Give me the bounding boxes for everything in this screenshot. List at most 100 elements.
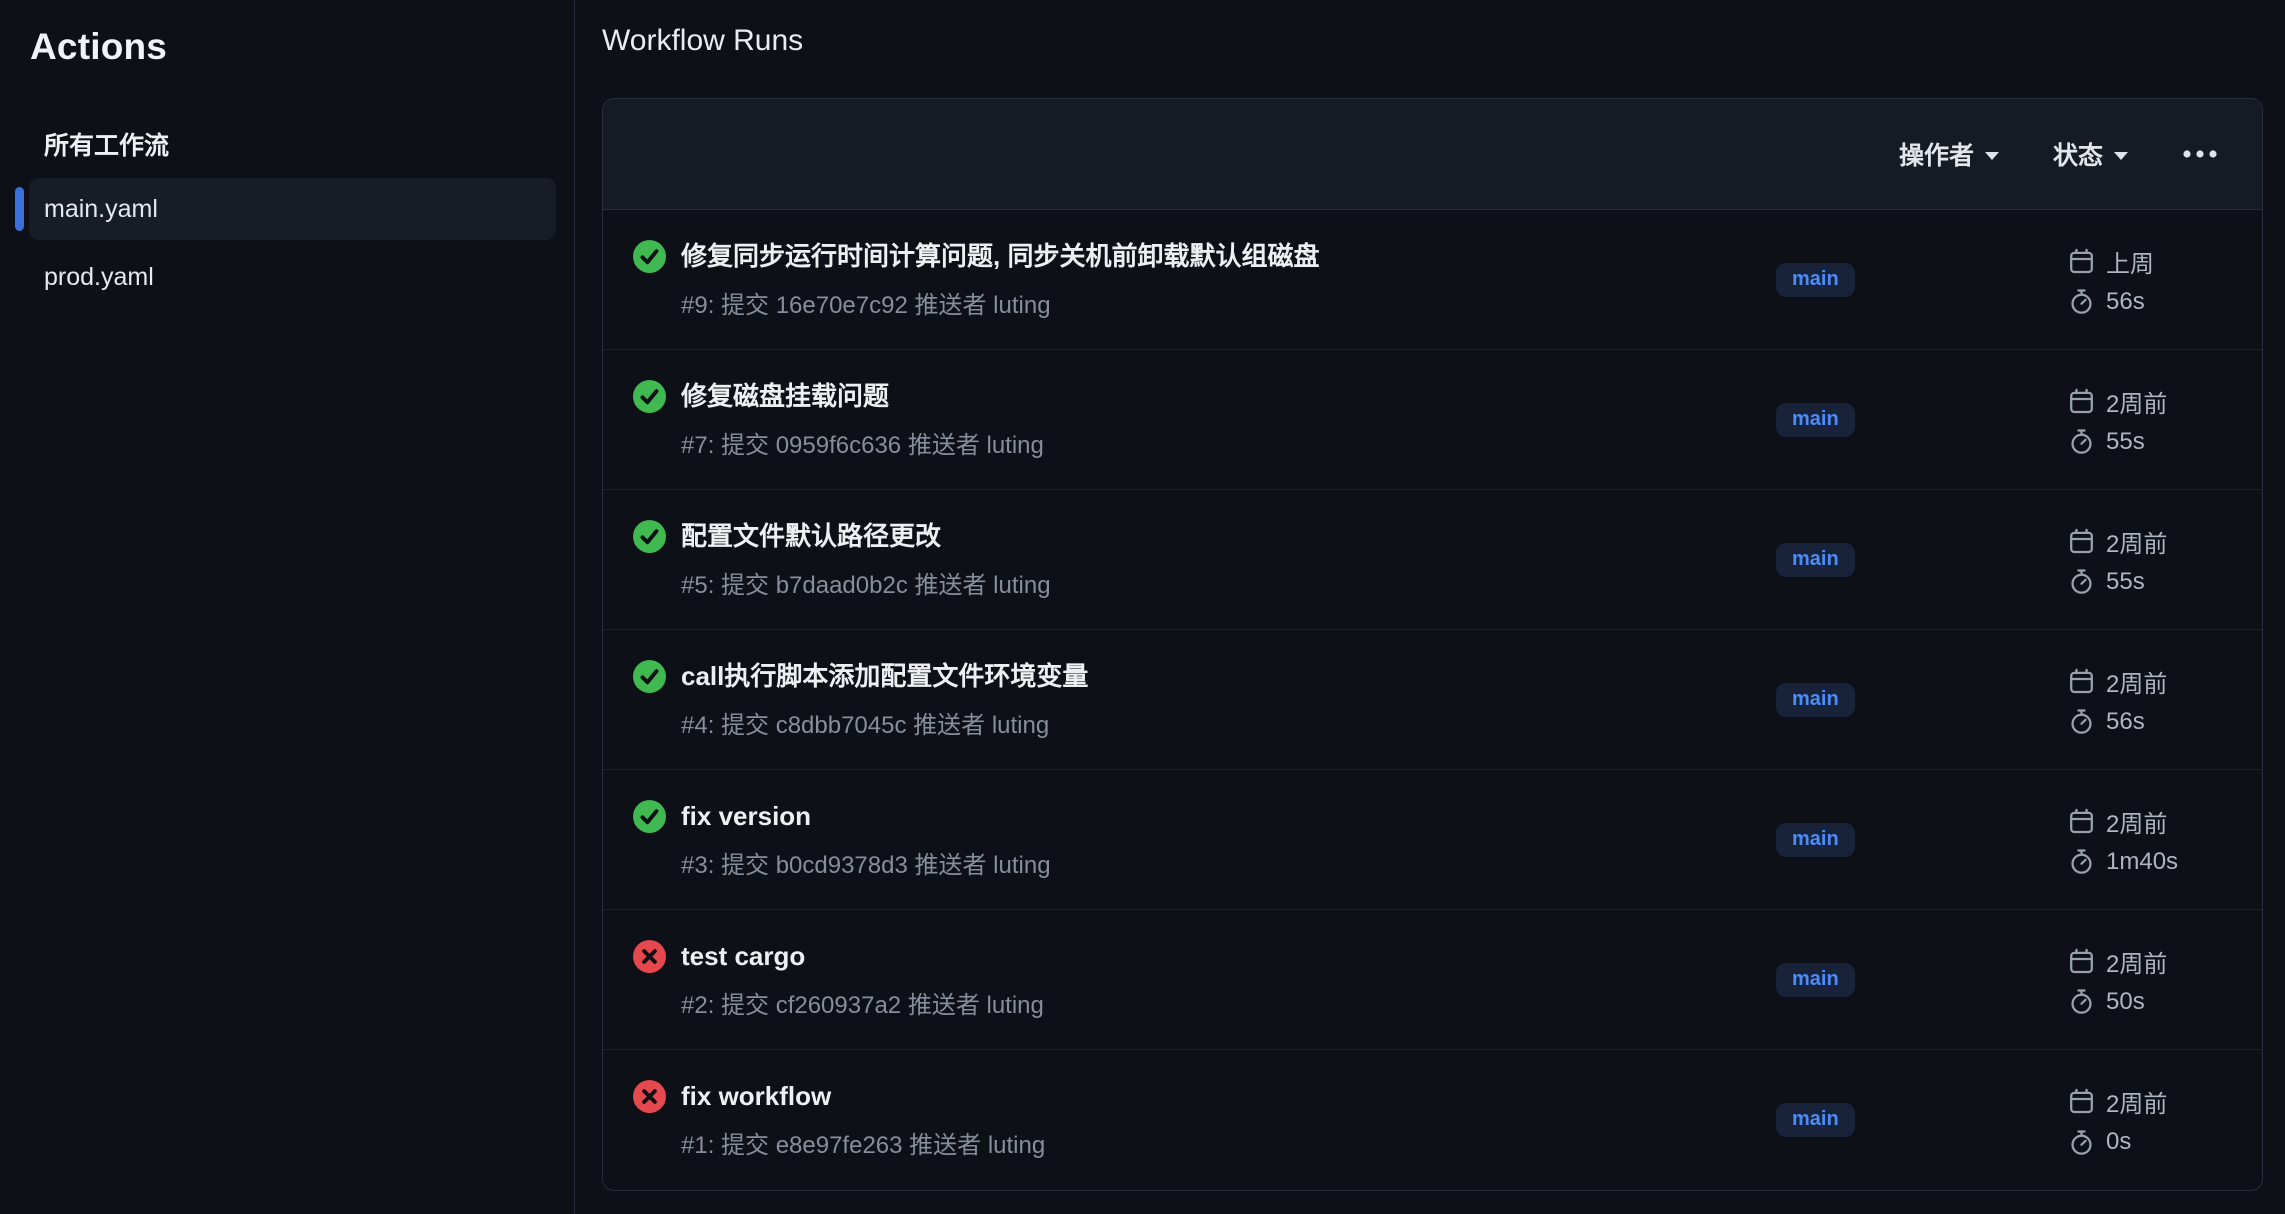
run-date: 2周前 [2106,664,2167,699]
run-title-link[interactable]: fix version [681,800,1051,833]
run-meta-column: 2周前 56s [2068,664,2238,736]
run-text: call执行脚本添加配置文件环境变量 #4: 提交 c8dbb7045c 推送者… [681,660,1088,740]
run-commit-meta: #7: 提交 0959f6c636 推送者 luting [681,425,1044,460]
run-duration-line: 0s [2068,1128,2238,1156]
failure-icon [633,940,666,973]
workflow-run-row[interactable]: call执行脚本添加配置文件环境变量 #4: 提交 c8dbb7045c 推送者… [603,630,2262,770]
run-duration-line: 56s [2068,288,2238,316]
run-text: 修复磁盘挂载问题 #7: 提交 0959f6c636 推送者 luting [681,380,1044,460]
run-text: test cargo #2: 提交 cf260937a2 推送者 luting [681,940,1044,1020]
run-date: 2周前 [2106,524,2167,559]
branch-column: main [1776,963,2068,997]
run-duration: 56s [2106,708,2145,736]
run-duration-line: 1m40s [2068,848,2238,876]
branch-badge[interactable]: main [1776,403,1855,437]
run-meta-column: 上周 56s [2068,244,2238,316]
runs-card: 操作者 状态 [602,98,2263,1191]
branch-badge[interactable]: main [1776,683,1855,717]
calendar-icon [2068,248,2095,275]
actor-filter-dropdown[interactable]: 操作者 [1899,136,1999,172]
run-info: 配置文件默认路径更改 #5: 提交 b7daad0b2c 推送者 luting [633,520,1776,600]
workflow-run-row[interactable]: 修复磁盘挂载问题 #7: 提交 0959f6c636 推送者 luting ma… [603,350,2262,490]
run-duration: 1m40s [2106,848,2178,876]
calendar-icon [2068,528,2095,555]
run-info: fix version #3: 提交 b0cd9378d3 推送者 luting [633,800,1776,880]
run-date-line: 2周前 [2068,1084,2238,1119]
run-date: 2周前 [2106,804,2167,839]
run-info: fix workflow #1: 提交 e8e97fe263 推送者 lutin… [633,1080,1776,1160]
more-options-button[interactable] [2182,148,2218,160]
run-title-link[interactable]: 修复同步运行时间计算问题, 同步关机前卸载默认组磁盘 [681,240,1319,273]
branch-badge[interactable]: main [1776,823,1855,857]
run-title-link[interactable]: 修复磁盘挂载问题 [681,380,1044,413]
run-duration-line: 56s [2068,708,2238,736]
app-root: Actions 所有工作流 main.yaml prod.yaml Workfl… [0,0,2285,1214]
branch-column: main [1776,823,2068,857]
run-date-line: 2周前 [2068,944,2238,979]
run-info: call执行脚本添加配置文件环境变量 #4: 提交 c8dbb7045c 推送者… [633,660,1776,740]
success-icon [633,800,666,833]
branch-column: main [1776,403,2068,437]
sidebar-title: Actions [30,26,574,68]
success-icon [633,660,666,693]
run-duration-line: 55s [2068,568,2238,596]
branch-badge[interactable]: main [1776,263,1855,297]
run-date: 2周前 [2106,1084,2167,1119]
run-info: 修复同步运行时间计算问题, 同步关机前卸载默认组磁盘 #9: 提交 16e70e… [633,240,1776,320]
branch-column: main [1776,1103,2068,1137]
run-commit-meta: #4: 提交 c8dbb7045c 推送者 luting [681,705,1088,740]
run-meta-column: 2周前 55s [2068,384,2238,456]
workflow-run-row[interactable]: 配置文件默认路径更改 #5: 提交 b7daad0b2c 推送者 luting … [603,490,2262,630]
sidebar-item-prod-yaml[interactable]: prod.yaml [29,246,556,308]
calendar-icon [2068,808,2095,835]
run-meta-column: 2周前 55s [2068,524,2238,596]
run-title-link[interactable]: test cargo [681,940,1044,973]
branch-badge[interactable]: main [1776,543,1855,577]
run-meta-column: 2周前 50s [2068,944,2238,1016]
calendar-icon [2068,668,2095,695]
stopwatch-icon [2068,288,2095,315]
branch-badge[interactable]: main [1776,1103,1855,1137]
stopwatch-icon [2068,1129,2095,1156]
branch-badge[interactable]: main [1776,963,1855,997]
chevron-down-icon [1985,152,1999,160]
active-indicator-bar [15,187,24,231]
calendar-icon [2068,1088,2095,1115]
workflow-run-row[interactable]: fix workflow #1: 提交 e8e97fe263 推送者 lutin… [603,1050,2262,1190]
branch-column: main [1776,263,2068,297]
run-date-line: 2周前 [2068,804,2238,839]
workflow-runs-panel: Workflow Runs 操作者 状态 [575,0,2285,1214]
sidebar-item-main-yaml[interactable]: main.yaml [29,178,556,240]
success-icon [633,380,666,413]
workflow-run-row[interactable]: 修复同步运行时间计算问题, 同步关机前卸载默认组磁盘 #9: 提交 16e70e… [603,210,2262,350]
run-title-link[interactable]: fix workflow [681,1080,1045,1113]
run-date: 2周前 [2106,384,2167,419]
kebab-horizontal-icon [2182,148,2218,160]
run-duration-line: 50s [2068,988,2238,1016]
run-commit-meta: #9: 提交 16e70e7c92 推送者 luting [681,285,1319,320]
run-list: 修复同步运行时间计算问题, 同步关机前卸载默认组磁盘 #9: 提交 16e70e… [603,210,2262,1190]
run-commit-meta: #2: 提交 cf260937a2 推送者 luting [681,985,1044,1020]
run-info: 修复磁盘挂载问题 #7: 提交 0959f6c636 推送者 luting [633,380,1776,460]
success-icon [633,240,666,273]
runs-toolbar: 操作者 状态 [603,99,2262,210]
page-title: Workflow Runs [602,24,2263,58]
run-title-link[interactable]: 配置文件默认路径更改 [681,520,1051,553]
run-commit-meta: #3: 提交 b0cd9378d3 推送者 luting [681,845,1051,880]
run-date: 2周前 [2106,944,2167,979]
workflow-run-row[interactable]: test cargo #2: 提交 cf260937a2 推送者 luting … [603,910,2262,1050]
run-title-link[interactable]: call执行脚本添加配置文件环境变量 [681,660,1088,693]
sidebar-item-label: prod.yaml [44,263,154,292]
success-icon [633,520,666,553]
calendar-icon [2068,388,2095,415]
calendar-icon [2068,948,2095,975]
run-meta-column: 2周前 1m40s [2068,804,2238,876]
all-workflows-label[interactable]: 所有工作流 [44,126,574,162]
run-duration: 0s [2106,1128,2131,1156]
run-text: fix version #3: 提交 b0cd9378d3 推送者 luting [681,800,1051,880]
workflow-run-row[interactable]: fix version #3: 提交 b0cd9378d3 推送者 luting… [603,770,2262,910]
status-filter-dropdown[interactable]: 状态 [2053,136,2128,172]
branch-column: main [1776,543,2068,577]
run-text: fix workflow #1: 提交 e8e97fe263 推送者 lutin… [681,1080,1045,1160]
branch-column: main [1776,683,2068,717]
